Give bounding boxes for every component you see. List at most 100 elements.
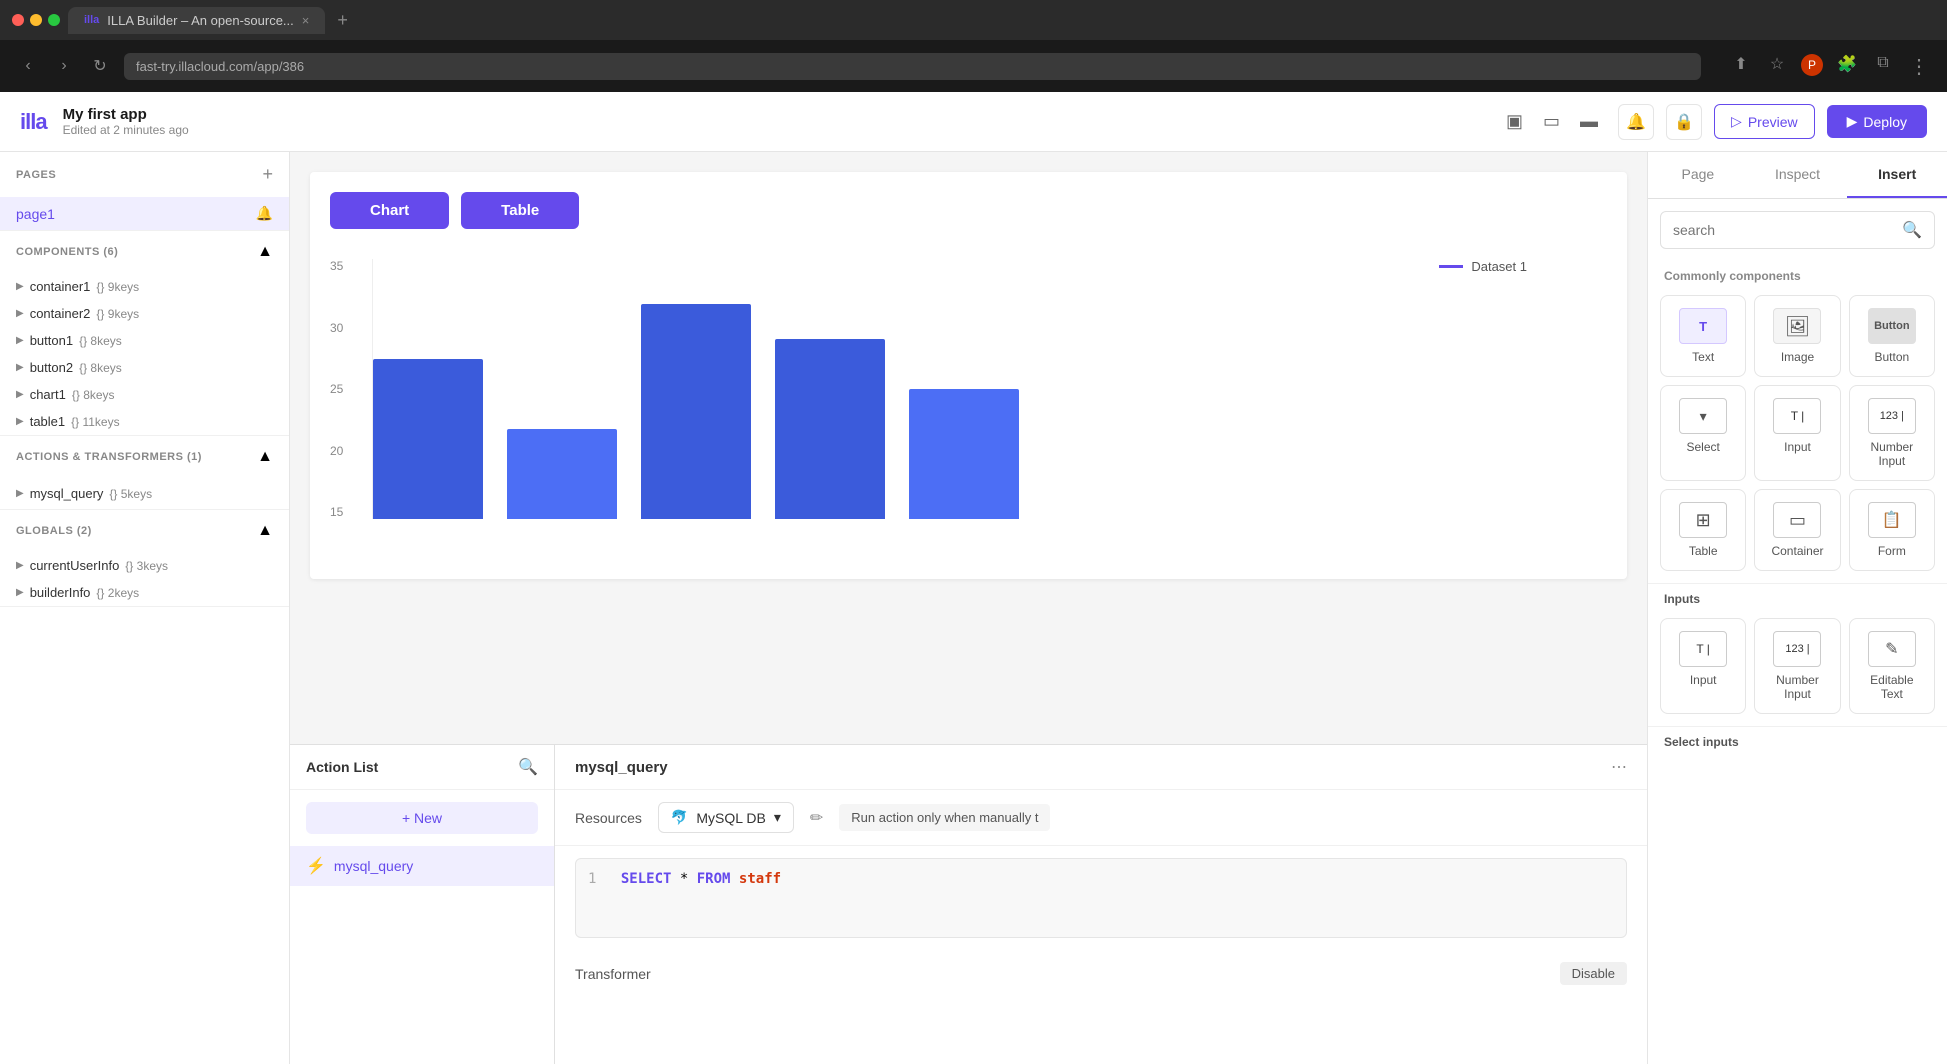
action-list-search-icon[interactable]: 🔍 [518,757,538,777]
sidebar-icon[interactable]: ⧉ [1871,54,1895,79]
resource-edit-btn[interactable]: ✏ [810,808,823,828]
legend-label: Dataset 1 [1471,259,1527,274]
minimize-dot[interactable] [30,14,42,26]
address-input[interactable]: fast-try.illacloud.com/app/386 [124,53,1701,80]
transformer-label: Transformer [575,966,651,982]
component-name: chart1 [30,387,66,402]
number-input-icon: 123 | [1868,398,1916,434]
maximize-dot[interactable] [48,14,60,26]
sql-table: staff [739,871,781,887]
actions-section: ACTIONS & TRANSFORMERS (1) ▲ ▶ mysql_que… [0,436,289,510]
image-component-icon: 🖼 [1773,308,1821,344]
page-item[interactable]: page1 🔔 [0,197,289,230]
line-number: 1 [588,871,596,887]
disable-button[interactable]: Disable [1560,962,1627,985]
add-page-btn[interactable]: + [262,164,273,185]
globals-header: GLOBALS (2) ▲ [0,510,289,552]
canvas-content: Chart Table Dataset 1 35 30 25 [310,172,1627,579]
code-editor[interactable]: 1 SELECT * FROM staff [575,858,1627,938]
select-label: Select [1686,440,1719,454]
layout-btn-1[interactable]: ▣ [1502,107,1527,136]
editable-text-card[interactable]: ✎ Editable Text [1849,618,1935,714]
preview-label: Preview [1748,114,1798,130]
share-icon[interactable]: ⬆ [1729,54,1753,79]
list-item[interactable]: ▶ container1 {} 9keys [0,273,289,300]
component-card-select[interactable]: ▾ Select [1660,385,1746,481]
nav-back-btn[interactable]: ‹ [16,57,40,75]
component-meta: {} 8keys [72,388,115,402]
resource-select[interactable]: 🐬 MySQL DB ▾ [658,802,794,833]
action-list-title: Action List [306,759,378,775]
new-action-btn[interactable]: + New [306,802,538,834]
component-card-input[interactable]: T | Input [1754,385,1840,481]
list-item[interactable]: ▶ chart1 {} 8keys [0,381,289,408]
arrow-icon: ▶ [16,362,24,373]
component-card-button[interactable]: Button Button [1849,295,1935,377]
actions-title: ACTIONS & TRANSFORMERS (1) [16,451,202,463]
component-card-table[interactable]: ⊞ Table [1660,489,1746,571]
global-name: builderInfo [30,585,91,600]
profile-icon[interactable]: P [1801,54,1823,76]
inputs-section-title: Inputs [1648,583,1947,610]
transformer-row: Transformer Disable [555,950,1647,997]
inputs-grid: T | Input 123 | Number Input ✎ Editable … [1648,610,1947,722]
page-name: page1 [16,206,55,222]
components-collapse-btn[interactable]: ▲ [257,243,273,261]
lock-btn[interactable]: 🔒 [1666,104,1702,140]
form-label: Form [1878,544,1906,558]
new-tab-btn[interactable]: + [337,10,348,31]
table-button[interactable]: Table [461,192,579,229]
canvas-area: Chart Table Dataset 1 35 30 25 [290,152,1647,1064]
list-item[interactable]: ▶ currentUserInfo {} 3keys [0,552,289,579]
search-input[interactable] [1673,222,1894,238]
list-item[interactable]: ▶ button1 {} 8keys [0,327,289,354]
component-card-number-input[interactable]: 123 | Number Input [1849,385,1935,481]
list-item[interactable]: ▶ container2 {} 9keys [0,300,289,327]
component-card-text[interactable]: T Text [1660,295,1746,377]
nav-refresh-btn[interactable]: ↻ [88,56,112,76]
input-card[interactable]: T | Input [1660,618,1746,714]
page-bell-icon: 🔔 [256,205,273,222]
tab-close-btn[interactable]: × [302,13,310,28]
component-card-image[interactable]: 🖼 Image [1754,295,1840,377]
layout-btn-2[interactable]: ▭ [1539,107,1564,136]
actions-collapse-btn[interactable]: ▲ [257,448,273,466]
list-item[interactable]: ▶ builderInfo {} 2keys [0,579,289,606]
query-resources: Resources 🐬 MySQL DB ▾ ✏ Run action only… [555,790,1647,846]
number-input-card[interactable]: 123 | Number Input [1754,618,1840,714]
bar-1 [373,359,483,519]
layout-btn-3[interactable]: ▬ [1576,107,1602,136]
extension-icon[interactable]: 🧩 [1835,54,1859,79]
tab-page[interactable]: Page [1648,152,1748,198]
list-item[interactable]: ▶ button2 {} 8keys [0,354,289,381]
preview-button[interactable]: ▷ Preview [1714,104,1815,139]
component-name: table1 [30,414,65,429]
globals-title: GLOBALS (2) [16,525,92,537]
close-dot[interactable] [12,14,24,26]
nav-forward-btn[interactable]: › [52,57,76,75]
component-name: container2 [30,306,91,321]
action-list-item[interactable]: ⚡ mysql_query [290,846,554,886]
bell-btn[interactable]: 🔔 [1618,104,1654,140]
globals-section: GLOBALS (2) ▲ ▶ currentUserInfo {} 3keys… [0,510,289,607]
list-item[interactable]: ▶ table1 {} 11keys [0,408,289,435]
component-name: button2 [30,360,73,375]
deploy-button[interactable]: ▶ Deploy [1827,105,1927,138]
tab-inspect[interactable]: Inspect [1748,152,1848,198]
chart-button[interactable]: Chart [330,192,449,229]
component-card-form[interactable]: 📋 Form [1849,489,1935,571]
component-card-container[interactable]: ▭ Container [1754,489,1840,571]
list-item[interactable]: ▶ mysql_query {} 5keys [0,478,289,509]
query-more-btn[interactable]: ⋯ [1611,757,1627,777]
y-label: 25 [330,382,360,396]
menu-icon[interactable]: ⋮ [1907,54,1931,79]
star-icon[interactable]: ☆ [1765,54,1789,79]
app-info: My first app Edited at 2 minutes ago [63,106,1486,137]
tab-title: ILLA Builder – An open-source... [107,13,293,28]
tab-insert[interactable]: Insert [1847,152,1947,198]
app-name: My first app [63,106,1486,123]
left-panel: PAGES + page1 🔔 COMPONENTS (6) ▲ ▶ conta… [0,152,290,1064]
browser-tab[interactable]: illa ILLA Builder – An open-source... × [68,7,325,34]
input-card-label: Input [1690,673,1717,687]
globals-collapse-btn[interactable]: ▲ [257,522,273,540]
